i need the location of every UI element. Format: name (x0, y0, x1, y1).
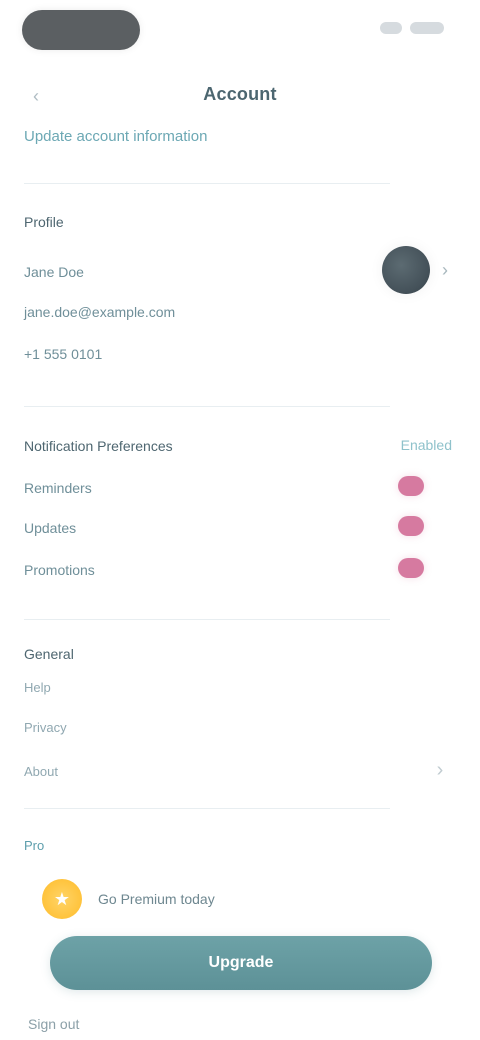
notification-toggle-updates[interactable] (398, 516, 424, 536)
avatar[interactable] (382, 246, 430, 294)
general-item-help[interactable]: Help (24, 680, 51, 695)
notifications-column-head: Enabled (400, 437, 452, 453)
profile-name: Jane Doe (24, 264, 84, 280)
pro-section-title: Pro (24, 838, 45, 853)
status-pill (22, 10, 140, 50)
battery-icon (410, 22, 444, 34)
general-title: General (24, 646, 74, 662)
notifications-title: Notification Preferences (24, 438, 173, 454)
sign-out-link[interactable]: Sign out (28, 1016, 79, 1032)
profile-section-title: Profile (24, 214, 64, 230)
star-icon: ★ (42, 879, 82, 919)
status-icons (380, 22, 444, 34)
notification-toggle-promotions[interactable] (398, 558, 424, 578)
profile-divider (24, 406, 390, 407)
signal-icon (380, 22, 402, 34)
chevron-right-icon[interactable]: › (430, 759, 450, 781)
promo-row[interactable]: ★ Go Premium today (42, 874, 392, 924)
general-item-privacy[interactable]: Privacy (24, 720, 67, 735)
page-title: Account (203, 84, 277, 104)
notification-item-reminders: Reminders (24, 480, 92, 496)
section-link[interactable]: Update account information (24, 128, 207, 145)
general-item-about[interactable]: About (24, 764, 58, 779)
upgrade-button[interactable]: Upgrade (50, 936, 432, 990)
notification-item-promotions: Promotions (24, 562, 95, 578)
account-screen: ‹ Account Update account information Pro… (0, 0, 480, 1040)
notification-toggle-reminders[interactable] (398, 476, 424, 496)
promo-text: Go Premium today (98, 891, 215, 907)
top-divider (24, 183, 390, 184)
notification-item-updates: Updates (24, 520, 77, 536)
chevron-right-icon[interactable]: › (438, 258, 452, 282)
profile-email: jane.doe@example.com (24, 304, 176, 320)
general-divider (24, 808, 390, 809)
notifications-divider (24, 619, 390, 620)
profile-phone: +1 555 0101 (24, 346, 103, 362)
